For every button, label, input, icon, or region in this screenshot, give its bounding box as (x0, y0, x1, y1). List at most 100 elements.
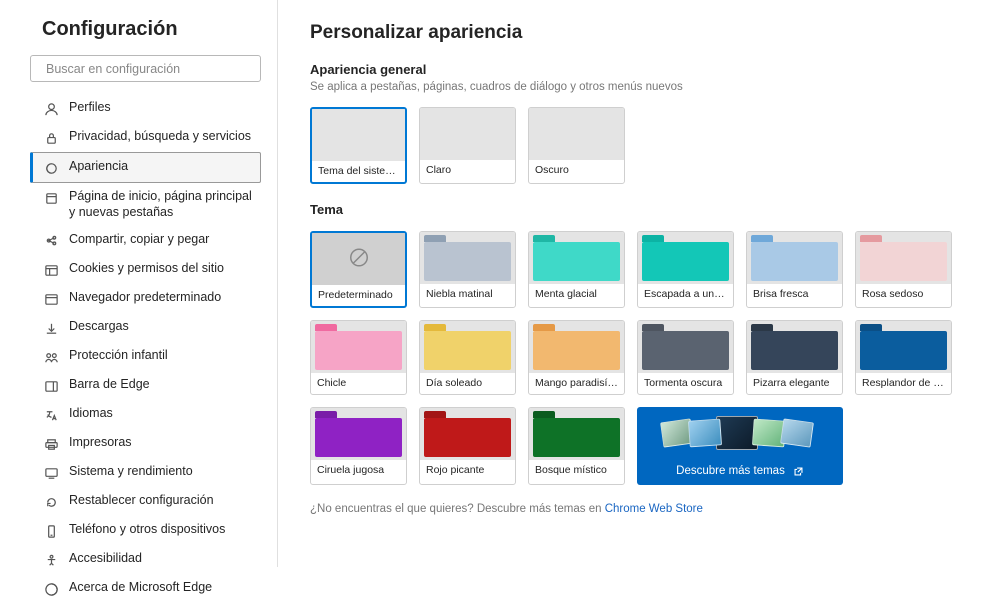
theme-caption: Brisa fresca (747, 284, 842, 305)
sidebar-item-phone[interactable]: Teléfono y otros dispositivos (30, 516, 261, 545)
reset-icon (43, 494, 59, 510)
general-section-title: Apariencia general (310, 62, 976, 77)
theme-caption: Mango paradisíaco (529, 373, 624, 394)
theme-preview (747, 232, 842, 284)
cookies-icon (43, 262, 59, 278)
browser-icon (43, 291, 59, 307)
sidebar-item-label: Compartir, copiar y pegar (69, 232, 253, 248)
printer-icon (43, 436, 59, 452)
sidebar-item-share[interactable]: Compartir, copiar y pegar (30, 226, 261, 255)
home-icon (43, 190, 59, 206)
sidebar: Configuración PerfilesPrivacidad, búsque… (0, 0, 278, 567)
appearance-preview (420, 108, 515, 160)
theme-option-chicle[interactable]: Chicle (310, 320, 407, 395)
sidebar-item-system[interactable]: Sistema y rendimiento (30, 458, 261, 487)
theme-option-menta[interactable]: Menta glacial (528, 231, 625, 308)
theme-option-brisa[interactable]: Brisa fresca (746, 231, 843, 308)
sidebar-item-languages[interactable]: Idiomas (30, 400, 261, 429)
theme-option-rojo[interactable]: Rojo picante (419, 407, 516, 485)
theme-row: Predeterminado Niebla matinal Menta glacia… (310, 231, 976, 485)
theme-option-rosa[interactable]: Rosa sedoso (855, 231, 952, 308)
theme-section-title: Tema (310, 202, 976, 217)
theme-caption: Rosa sedoso (856, 284, 951, 305)
theme-caption: Chicle (311, 373, 406, 394)
theme-option-default[interactable]: Predeterminado (310, 231, 407, 308)
theme-preview (312, 233, 405, 285)
no-icon (348, 247, 370, 272)
discover-caption: Descubre más temas (666, 459, 814, 485)
theme-option-tormenta[interactable]: Tormenta oscura (637, 320, 734, 395)
theme-preview (529, 232, 624, 284)
general-section-subtitle: Se aplica a pestañas, páginas, cuadros d… (310, 81, 976, 93)
sidebar-item-appearance[interactable]: Apariencia (30, 152, 261, 183)
theme-preview (529, 321, 624, 373)
accessibility-icon (43, 552, 59, 568)
theme-caption: Bosque místico (529, 460, 624, 481)
theme-option-dia[interactable]: Día soleado (419, 320, 516, 395)
sidebar-item-label: Navegador predeterminado (69, 290, 253, 306)
theme-option-resplandor[interactable]: Resplandor de luna (855, 320, 952, 395)
theme-option-niebla[interactable]: Niebla matinal (419, 231, 516, 308)
theme-preview (420, 408, 515, 460)
sidebar-item-accessibility[interactable]: Accesibilidad (30, 545, 261, 574)
about-icon (43, 581, 59, 597)
sidebar-item-label: Acerca de Microsoft Edge (69, 580, 253, 596)
external-link-icon (793, 466, 804, 477)
sidebar-item-download[interactable]: Descargas (30, 313, 261, 342)
footer-hint: ¿No encuentras el que quieres? Descubre … (310, 503, 976, 515)
sidebar-item-label: Perfiles (69, 100, 253, 116)
theme-caption: Tormenta oscura (638, 373, 733, 394)
theme-caption: Menta glacial (529, 284, 624, 305)
sidebar-item-label: Sistema y rendimiento (69, 464, 253, 480)
appearance-option-dark[interactable]: Oscuro (528, 107, 625, 184)
theme-option-escapada[interactable]: Escapada a una isla (637, 231, 734, 308)
search-box[interactable] (30, 55, 261, 82)
sidebar-item-label: Cookies y permisos del sitio (69, 261, 253, 277)
theme-option-mango[interactable]: Mango paradisíaco (528, 320, 625, 395)
sidebar-item-label: Idiomas (69, 406, 253, 422)
theme-option-bosque[interactable]: Bosque místico (528, 407, 625, 485)
sidebar-item-family[interactable]: Protección infantil (30, 342, 261, 371)
appearance-option-system[interactable]: Tema del sistema (310, 107, 407, 184)
sidebar-item-label: Apariencia (69, 159, 252, 175)
sidebar-nav: Perfiles Privacidad, búsqueda y servicios… (30, 94, 261, 603)
theme-preview (311, 321, 406, 373)
sidebar-item-cookies[interactable]: Cookies y permisos del sitio (30, 255, 261, 284)
sidebar-item-label: Página de inicio, página principal y nue… (69, 189, 253, 220)
theme-preview (856, 321, 951, 373)
theme-caption: Día soleado (420, 373, 515, 394)
theme-caption: Niebla matinal (420, 284, 515, 305)
sidebar-item-label: Protección infantil (69, 348, 253, 364)
sidebar-item-label: Impresoras (69, 435, 253, 451)
general-appearance-row: Tema del sistema Claro Oscuro (310, 107, 976, 184)
theme-preview (311, 408, 406, 460)
sidebar-item-label: Descargas (69, 319, 253, 335)
theme-preview (638, 232, 733, 284)
discover-more-themes[interactable]: Descubre más temas (637, 407, 843, 485)
theme-caption: Rojo picante (420, 460, 515, 481)
theme-preview (638, 321, 733, 373)
theme-option-pizarra[interactable]: Pizarra elegante (746, 320, 843, 395)
theme-preview (420, 321, 515, 373)
theme-caption: Escapada a una isla (638, 284, 733, 305)
sidebar-item-reset[interactable]: Restablecer configuración (30, 487, 261, 516)
chrome-web-store-link[interactable]: Chrome Web Store (605, 503, 703, 515)
appearance-caption: Oscuro (529, 160, 624, 181)
appearance-preview (312, 109, 405, 161)
theme-option-ciruela[interactable]: Ciruela jugosa (310, 407, 407, 485)
search-input[interactable] (46, 62, 252, 76)
theme-preview (856, 232, 951, 284)
appearance-caption: Tema del sistema (312, 161, 405, 182)
sidebar-item-printer[interactable]: Impresoras (30, 429, 261, 458)
theme-caption: Ciruela jugosa (311, 460, 406, 481)
sidebar-item-about[interactable]: Acerca de Microsoft Edge (30, 574, 261, 603)
sidebar-item-lock[interactable]: Privacidad, búsqueda y servicios (30, 123, 261, 152)
main-content: Personalizar apariencia Apariencia gener… (278, 0, 1000, 567)
sidebar-item-browser[interactable]: Navegador predeterminado (30, 284, 261, 313)
share-icon (43, 233, 59, 249)
sidebar-item-home[interactable]: Página de inicio, página principal y nue… (30, 183, 261, 226)
appearance-option-light[interactable]: Claro (419, 107, 516, 184)
sidebar-item-profile[interactable]: Perfiles (30, 94, 261, 123)
sidebar-item-edgebar[interactable]: Barra de Edge (30, 371, 261, 400)
phone-icon (43, 523, 59, 539)
